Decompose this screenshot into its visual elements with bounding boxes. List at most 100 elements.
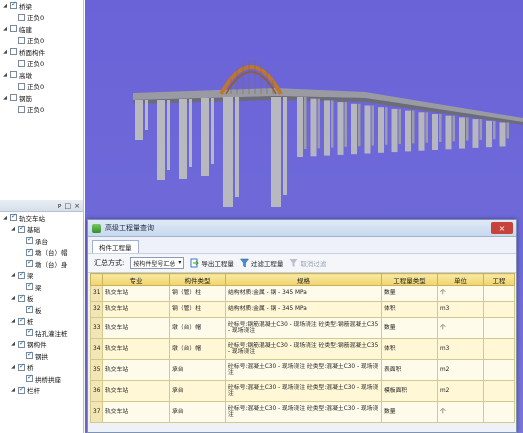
pin-icon[interactable]: ᴘ	[58, 202, 62, 210]
tree-checkbox[interactable]	[26, 281, 33, 291]
tree-checkbox[interactable]	[10, 94, 17, 102]
tree-item[interactable]: 钻孔灌注桩	[0, 327, 83, 339]
tree-item-label: 拱桥拱座	[35, 375, 61, 384]
tree-item[interactable]: 正负0	[0, 81, 83, 93]
tree-checkbox[interactable]	[18, 316, 25, 325]
tree-item[interactable]: 正负0	[0, 12, 83, 24]
tree-item[interactable]: ◢ 栏杆	[0, 385, 83, 397]
table-row[interactable]: 34 轨交车站 墩（台）帽 砼标号:钢筋混凝土C30 - 现场浇注 砼类型:钢筋混凝土…	[90, 338, 515, 360]
tree-item[interactable]: 梁	[0, 281, 83, 293]
chevron-down-icon: ▾	[178, 259, 182, 266]
tab-bar: 构件工程量	[88, 237, 516, 253]
cell-quantity	[483, 317, 515, 339]
cell-unit: m3	[437, 301, 484, 318]
tree-item[interactable]: ◢桩	[0, 316, 83, 328]
tree-checkbox[interactable]	[10, 71, 17, 79]
col-header-index[interactable]	[90, 273, 103, 286]
tree-checkbox[interactable]	[18, 385, 25, 394]
tree-item[interactable]: 正负0	[0, 104, 83, 116]
expand-arrow-icon[interactable]: ◢	[10, 341, 16, 347]
tree-checkbox[interactable]	[26, 327, 33, 337]
tree-checkbox[interactable]	[18, 339, 25, 348]
tree-item[interactable]: ◢ 桥面构件	[0, 46, 83, 58]
col-header-spec[interactable]: 规格	[225, 273, 382, 286]
tab-component-quantity[interactable]: 构件工程量	[92, 240, 139, 253]
table-row[interactable]: 37 轨交车站 承台 砼标号:混凝土C30 - 现场浇注 砼类型:混凝土C30 - 现…	[90, 401, 515, 423]
tree-checkbox[interactable]	[18, 59, 25, 67]
tree-item-label: 板	[35, 306, 42, 315]
col-header-major[interactable]: 专业	[102, 273, 170, 286]
float-icon[interactable]: □	[65, 202, 72, 210]
close-icon[interactable]: ×	[74, 202, 80, 210]
tree-checkbox[interactable]	[18, 224, 25, 233]
tree-item[interactable]: ◢梁	[0, 270, 83, 282]
tree-checkbox[interactable]	[26, 350, 33, 360]
tree-checkbox[interactable]	[10, 48, 17, 56]
col-header-quantity[interactable]: 工程	[483, 273, 515, 286]
tree-item[interactable]: ◢ 轨交车站	[0, 212, 83, 224]
table-row[interactable]: 36 轨交车站 承台 砼标号:混凝土C30 - 现场浇注 砼类型:混凝土C30 - 现…	[90, 380, 515, 402]
tree-checkbox[interactable]	[18, 105, 25, 113]
tree-checkbox[interactable]	[18, 270, 25, 279]
tree-checkbox[interactable]	[10, 25, 17, 33]
tree-item[interactable]: 钢拱	[0, 350, 83, 362]
app-icon	[92, 223, 101, 233]
tree-item[interactable]: ◢ 基础	[0, 224, 83, 236]
cell-unit: 个	[437, 317, 484, 339]
filter-quantity-button[interactable]: 过滤工程量	[239, 258, 283, 268]
summary-mode-select[interactable]: 按构件型号汇总 ▾	[130, 257, 185, 269]
expand-arrow-icon[interactable]: ◢	[10, 272, 16, 278]
tree-checkbox[interactable]	[18, 82, 25, 90]
quantity-query-dialog: 高级工程量查询 × 构件工程量 汇总方式: 按构件型号汇总 ▾ 导出工程量 过滤…	[87, 219, 517, 433]
table-row[interactable]: 31 轨交车站 钢（管）柱 结构材质:金属 - 钢 - 345 MPa 数量个	[90, 285, 515, 302]
cell-spec: 砼标号:混凝土C30 - 现场浇注 砼类型:混凝土C30 - 现场浇注	[225, 359, 382, 381]
tree-item[interactable]: ◢ 桥梁	[0, 0, 83, 12]
tree-checkbox[interactable]	[26, 373, 33, 383]
tree-item[interactable]: ◢ 高墩	[0, 69, 83, 81]
tree-item[interactable]: 正负0	[0, 35, 83, 47]
tree-item[interactable]: 墩（台）身	[0, 258, 83, 270]
tree-item[interactable]: ◢ 临建	[0, 23, 83, 35]
expand-arrow-icon[interactable]: ◢	[10, 295, 16, 301]
table-row[interactable]: 35 轨交车站 承台 砼标号:混凝土C30 - 现场浇注 砼类型:混凝土C30 - 现…	[90, 359, 515, 381]
tree-checkbox[interactable]	[18, 13, 25, 21]
expand-arrow-icon[interactable]: ◢	[2, 95, 8, 101]
col-header-qtype[interactable]: 工程量类型	[381, 273, 438, 286]
cancel-filter-button[interactable]: 取消过滤	[289, 258, 326, 268]
col-header-type[interactable]: 构件类型	[169, 273, 226, 286]
tree-checkbox[interactable]	[10, 212, 17, 222]
tree-item[interactable]: 拱桥拱座	[0, 373, 83, 385]
tree-checkbox[interactable]	[26, 304, 33, 314]
expand-arrow-icon[interactable]: ◢	[2, 215, 8, 221]
expand-arrow-icon[interactable]: ◢	[10, 226, 16, 232]
tree-checkbox[interactable]	[18, 362, 25, 371]
tree-item[interactable]: 墩（台）帽	[0, 247, 83, 259]
expand-arrow-icon[interactable]: ◢	[2, 26, 8, 32]
col-header-unit[interactable]: 单位	[437, 273, 484, 286]
expand-arrow-icon[interactable]: ◢	[10, 364, 16, 370]
tree-checkbox[interactable]	[18, 36, 25, 44]
expand-arrow-icon[interactable]: ◢	[10, 387, 16, 393]
table-row[interactable]: 33 轨交车站 墩（台）帽 砼标号:钢筋混凝土C30 - 现场浇注 砼类型:钢筋混凝土…	[90, 317, 515, 339]
tree-checkbox[interactable]	[18, 293, 25, 302]
cell-unit: 个	[437, 285, 484, 302]
close-button[interactable]: ×	[491, 222, 513, 234]
tree-checkbox[interactable]	[10, 0, 17, 10]
cell-type: 钢（管）柱	[169, 285, 226, 302]
tree-item[interactable]: ◢板	[0, 293, 83, 305]
expand-arrow-icon[interactable]: ◢	[2, 49, 8, 55]
tree-checkbox[interactable]	[26, 235, 33, 245]
tree-checkbox[interactable]	[26, 258, 33, 268]
expand-arrow-icon[interactable]: ◢	[2, 3, 8, 9]
expand-arrow-icon[interactable]: ◢	[10, 318, 16, 324]
tree-item[interactable]: ◢桥	[0, 362, 83, 374]
tree-item[interactable]: ◢ 钢构件	[0, 339, 83, 351]
tree-item[interactable]: 板	[0, 304, 83, 316]
export-quantity-button[interactable]: 导出工程量	[190, 258, 234, 268]
expand-arrow-icon[interactable]: ◢	[2, 72, 8, 78]
tree-checkbox[interactable]	[26, 247, 33, 256]
tree-item[interactable]: 正负0	[0, 58, 83, 70]
tree-item[interactable]: 承台	[0, 235, 83, 247]
tree-item[interactable]: ◢ 钢筋	[0, 92, 83, 104]
table-row[interactable]: 32 轨交车站 钢（管）柱 结构材质:金属 - 钢 - 345 MPa 体积 m3	[90, 301, 515, 318]
